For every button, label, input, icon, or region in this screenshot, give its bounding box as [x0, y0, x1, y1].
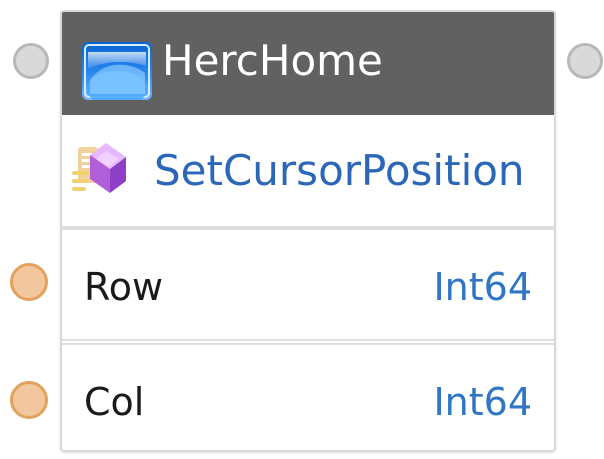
input-port-icon[interactable]	[13, 43, 49, 79]
action-row[interactable]: SetCursorPosition	[62, 115, 554, 228]
action-icon	[72, 137, 140, 203]
param-row-row[interactable]: Row Int64	[62, 228, 554, 341]
param-row-col[interactable]: Col Int64	[62, 343, 554, 450]
param-name-col: Col	[84, 380, 145, 424]
node-title: HercHome	[162, 36, 383, 85]
workflow-canvas: HercHome SetCursorPosition Row Int64 Col…	[0, 0, 604, 459]
param-type-col: Int64	[433, 380, 532, 424]
action-label: SetCursorPosition	[154, 146, 525, 195]
col-param-port-icon[interactable]	[10, 381, 48, 419]
output-port-icon[interactable]	[567, 43, 603, 79]
node-header[interactable]: HercHome	[62, 12, 554, 115]
app-window-icon	[82, 42, 152, 100]
row-param-port-icon[interactable]	[10, 263, 48, 301]
action-node[interactable]: HercHome SetCursorPosition Row Int64 Col…	[60, 10, 556, 452]
param-type-row: Int64	[433, 265, 532, 309]
param-name-row: Row	[84, 265, 164, 309]
